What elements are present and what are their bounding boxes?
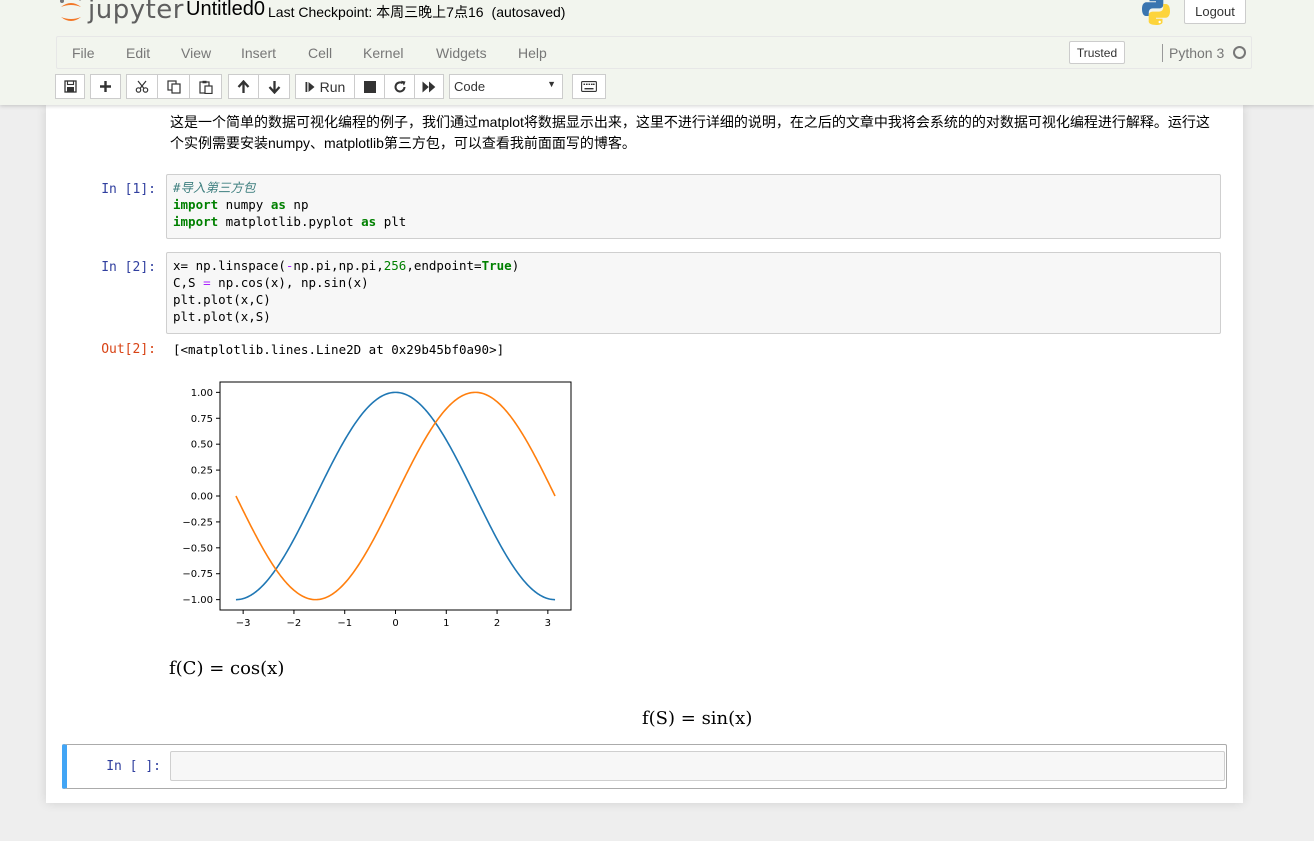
arrow-up-icon bbox=[237, 79, 250, 93]
restart-button[interactable] bbox=[384, 74, 415, 99]
menu-view[interactable]: View bbox=[181, 45, 211, 61]
y-tick-label: −0.75 bbox=[182, 569, 213, 580]
input-prompt: In [1]: bbox=[101, 182, 156, 197]
code-line-plot-c: plt.plot(x,C) bbox=[173, 292, 271, 307]
notebook-container: 这是一个简单的数据可视化编程的例子，我们通过matplot将数据显示出来，这里不… bbox=[46, 105, 1243, 803]
markdown-cell[interactable]: 这是一个简单的数据可视化编程的例子，我们通过matplot将数据显示出来，这里不… bbox=[170, 112, 1220, 154]
empty-code-input[interactable] bbox=[170, 751, 1225, 781]
input-prompt: In [2]: bbox=[101, 260, 156, 275]
restart-icon bbox=[394, 80, 405, 92]
logo-text: jupyter bbox=[88, 0, 184, 25]
y-tick-label: 1.00 bbox=[191, 388, 213, 399]
y-tick-label: −0.25 bbox=[182, 517, 213, 528]
arrow-down-icon bbox=[268, 80, 280, 94]
menu-edit[interactable]: Edit bbox=[126, 45, 150, 61]
menu-insert[interactable]: Insert bbox=[241, 45, 276, 61]
y-tick-label: 0.75 bbox=[191, 414, 213, 425]
cell-type-select[interactable]: Code ▼ bbox=[449, 74, 563, 99]
code-line-cos-sin: C,S = np.cos(x), np.sin(x) bbox=[173, 275, 369, 290]
copy-icon bbox=[166, 79, 181, 94]
y-tick-label: 0.25 bbox=[191, 466, 213, 477]
command-palette-button[interactable] bbox=[572, 74, 606, 99]
x-tick-label: 3 bbox=[545, 618, 551, 629]
x-tick-label: −3 bbox=[236, 618, 251, 629]
kernel-name: Python 3 bbox=[1169, 45, 1225, 61]
code-line: #导入第三方包 bbox=[173, 180, 256, 195]
trusted-indicator[interactable]: Trusted bbox=[1069, 41, 1125, 64]
interrupt-button[interactable] bbox=[354, 74, 385, 99]
code-line-plot-s: plt.plot(x,S) bbox=[173, 309, 271, 324]
code-line-import-numpy: import numpy as np bbox=[173, 197, 309, 212]
code-cell-1[interactable]: #导入第三方包 import numpy as np import matplo… bbox=[166, 174, 1221, 239]
x-tick-label: −2 bbox=[287, 618, 302, 629]
menu-kernel[interactable]: Kernel bbox=[363, 45, 403, 61]
input-prompt: In [ ]: bbox=[106, 759, 161, 774]
y-tick-label: −1.00 bbox=[182, 595, 213, 606]
step-forward-icon bbox=[305, 81, 315, 92]
code-line-import-matplotlib: import matplotlib.pyplot as plt bbox=[173, 214, 407, 229]
autosave-status: (autosaved) bbox=[491, 4, 566, 20]
output-prompt: Out[2]: bbox=[101, 342, 156, 357]
jupyter-logo-icon bbox=[60, 0, 82, 21]
menu-widgets[interactable]: Widgets bbox=[436, 45, 487, 61]
menubar: File Edit View Insert Cell Kernel Widget… bbox=[56, 36, 1252, 69]
notebook-name[interactable]: Untitled0 bbox=[186, 0, 265, 21]
cut-button[interactable] bbox=[126, 74, 158, 99]
paste-icon bbox=[198, 80, 213, 94]
y-axis: −1.00 −0.75 −0.50 −0.25 0.00 0.25 0.50 0.75 1.00 bbox=[182, 388, 220, 606]
menu-file[interactable]: File bbox=[72, 45, 95, 61]
stop-icon bbox=[363, 80, 376, 93]
checkpoint-text: Last Checkpoint: 本周三晚上7点16 bbox=[268, 4, 484, 20]
cell-type-value: Code bbox=[454, 79, 486, 94]
equation-cos: f(C) = cos(x) bbox=[169, 658, 285, 679]
plus-icon bbox=[100, 81, 111, 92]
y-tick-label: −0.50 bbox=[182, 543, 213, 554]
save-icon bbox=[63, 80, 77, 93]
equation-sin: f(S) = sin(x) bbox=[642, 708, 753, 729]
kernel-separator bbox=[1162, 44, 1163, 62]
checkpoint-status: Last Checkpoint: 本周三晚上7点16 (autosaved) bbox=[268, 2, 565, 22]
python-logo-icon bbox=[1142, 0, 1170, 25]
move-down-button[interactable] bbox=[258, 74, 290, 99]
fast-forward-icon bbox=[422, 81, 436, 92]
menu-cell[interactable]: Cell bbox=[308, 45, 332, 61]
x-tick-label: 1 bbox=[443, 618, 449, 629]
jupyter-logo[interactable]: jupyter bbox=[58, 0, 184, 26]
y-tick-label: 0.50 bbox=[191, 440, 213, 451]
line-chart: −1.00 −0.75 −0.50 −0.25 0.00 0.25 0.50 0.75 1.00… bbox=[182, 381, 572, 629]
insert-cell-button[interactable] bbox=[90, 74, 121, 99]
move-up-button[interactable] bbox=[228, 74, 259, 99]
header: jupyter Untitled0 Last Checkpoint: 本周三晚上… bbox=[0, 0, 1314, 105]
restart-run-all-button[interactable] bbox=[414, 74, 444, 99]
run-label: Run bbox=[319, 78, 346, 95]
keyboard-icon bbox=[581, 81, 597, 92]
cut-icon bbox=[135, 80, 149, 93]
menu-help[interactable]: Help bbox=[518, 45, 547, 61]
run-button[interactable]: Run bbox=[295, 74, 355, 99]
code-cell-2[interactable]: x= np.linspace(-np.pi,np.pi,256,endpoint… bbox=[166, 252, 1221, 334]
copy-button[interactable] bbox=[157, 74, 190, 99]
y-tick-label: 0.00 bbox=[191, 492, 213, 503]
output-text: [<matplotlib.lines.Line2D at 0x29b45bf0a… bbox=[173, 342, 505, 357]
save-button[interactable] bbox=[55, 74, 85, 99]
x-tick-label: −1 bbox=[337, 618, 352, 629]
logout-button[interactable]: Logout bbox=[1184, 0, 1246, 24]
paste-button[interactable] bbox=[189, 74, 222, 99]
kernel-idle-icon bbox=[1233, 46, 1246, 59]
selected-empty-cell[interactable]: In [ ]: bbox=[62, 744, 1227, 789]
x-axis: −3 −2 −1 0 1 2 3 bbox=[236, 610, 551, 629]
chevron-down-icon: ▼ bbox=[547, 79, 556, 89]
code-line-linspace: x= np.linspace(-np.pi,np.pi,256,endpoint… bbox=[173, 258, 520, 273]
x-tick-label: 2 bbox=[494, 618, 500, 629]
x-tick-label: 0 bbox=[392, 618, 398, 629]
